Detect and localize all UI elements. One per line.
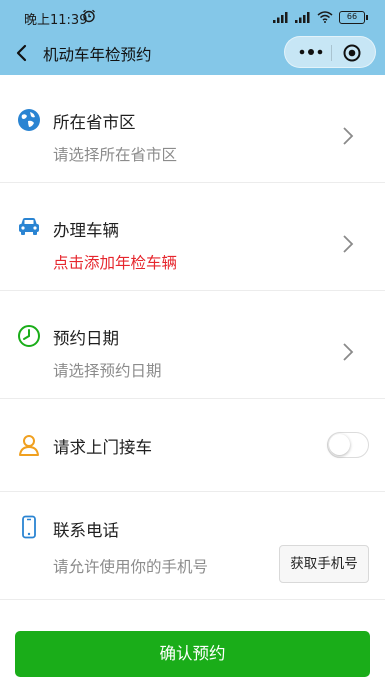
confirm-button[interactable]: 确认预约 xyxy=(15,631,370,677)
wifi-icon xyxy=(317,11,333,23)
signal-hd-icon xyxy=(295,12,310,23)
status-time: 晚上11:39 xyxy=(24,13,88,28)
vehicle-label: 办理车辆 xyxy=(53,221,119,240)
vehicle-row[interactable]: 办理车辆 点击添加年检车辆 xyxy=(0,183,385,291)
clock-icon xyxy=(18,325,40,347)
more-icon[interactable] xyxy=(298,45,324,59)
chevron-right-icon xyxy=(343,235,354,253)
region-label: 所在省市区 xyxy=(53,113,136,132)
back-arrow-icon[interactable] xyxy=(12,43,32,63)
region-placeholder: 请选择所在省市区 xyxy=(53,146,178,164)
phone-icon xyxy=(22,515,36,539)
status-right: 66 xyxy=(273,9,368,25)
battery-icon: 66 xyxy=(339,10,368,24)
date-placeholder: 请选择预约日期 xyxy=(53,362,162,380)
header: 晚上11:39 66 机动车年检预约 xyxy=(0,0,385,75)
phone-label: 联系电话 xyxy=(53,521,119,540)
chevron-right-icon xyxy=(343,343,354,361)
add-vehicle-link[interactable]: 点击添加年检车辆 xyxy=(53,251,177,273)
get-phone-button[interactable]: 获取手机号 xyxy=(279,545,369,583)
pickup-label: 请求上门接车 xyxy=(53,438,152,457)
signal-icon xyxy=(273,12,288,23)
date-label: 预约日期 xyxy=(53,329,119,348)
chevron-right-icon xyxy=(343,127,354,145)
pickup-toggle[interactable] xyxy=(327,432,369,458)
page-title: 机动车年检预约 xyxy=(43,46,152,64)
globe-icon xyxy=(18,109,40,131)
status-bar: 晚上11:39 66 xyxy=(0,0,385,34)
person-icon xyxy=(19,435,39,456)
car-icon xyxy=(19,218,39,235)
navbar: 机动车年检预约 xyxy=(0,34,385,75)
capsule-divider xyxy=(331,45,332,61)
close-miniprogram-icon[interactable] xyxy=(343,44,361,62)
mini-program-capsule xyxy=(284,36,376,68)
phone-placeholder: 请允许使用你的手机号 xyxy=(53,558,209,576)
alarm-icon xyxy=(83,9,95,23)
date-row[interactable]: 预约日期 请选择预约日期 xyxy=(0,291,385,399)
toggle-knob xyxy=(329,434,350,455)
region-row[interactable]: 所在省市区 请选择所在省市区 xyxy=(0,75,385,183)
